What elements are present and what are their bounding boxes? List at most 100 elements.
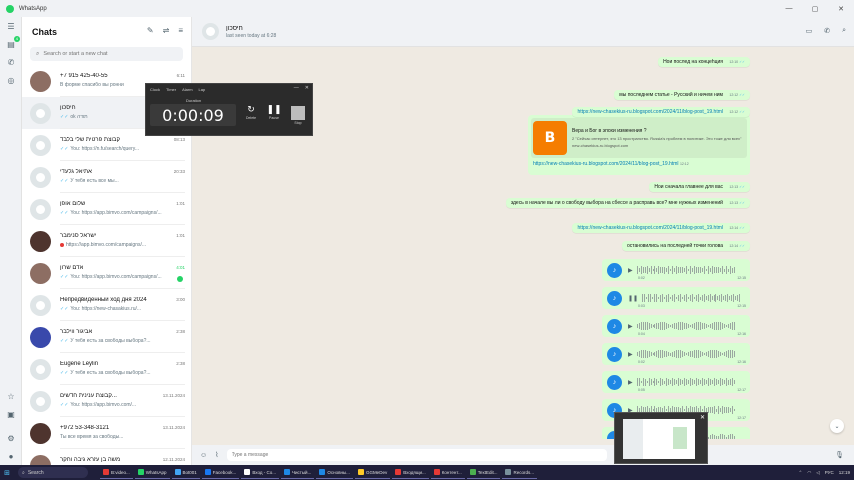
contact-avatar[interactable] — [202, 23, 219, 40]
filter-icon[interactable]: ⇌ — [163, 26, 170, 35]
taskbar-app[interactable]: Records... — [502, 466, 537, 479]
link-preview-card[interactable]: B Вера и Бог в эпохи изменения ? 2 "Сейч… — [531, 118, 747, 158]
message-link[interactable]: https://new-chasekius-ru.blogspot.com/20… — [577, 225, 723, 231]
message-input[interactable] — [226, 449, 607, 461]
link-message[interactable]: https://new-chasekius-ru.blogspot.com/20… — [572, 223, 750, 233]
waveform[interactable] — [642, 294, 741, 302]
voice-message[interactable]: ♪ ▶ 0:02 12:15 — [602, 259, 750, 281]
stop-button[interactable]: Stop — [289, 104, 307, 130]
text-message[interactable]: Нои сначала главнее для вас 12:13 ✓✓ — [649, 182, 750, 192]
thumbnail-close-icon[interactable]: ✕ — [700, 414, 705, 421]
taskbar-app[interactable]: Основны... — [316, 466, 353, 479]
chat-list-item[interactable]: אדם שרון 4:01 ✓✓ You: https://app.bimvo.… — [22, 257, 191, 289]
wifi-icon[interactable]: ◠ — [807, 470, 811, 476]
reset-icon: ↻ — [247, 104, 255, 114]
play-icon[interactable]: ▶ — [628, 267, 633, 274]
voice-message[interactable]: ♪ ▶ 0:04 12:16 — [602, 315, 750, 337]
text-message[interactable]: Нои послед на концеhция 12:10 ✓✓ — [658, 57, 750, 67]
waveform[interactable] — [636, 266, 735, 274]
starred-icon[interactable]: ☆ — [0, 387, 22, 405]
link-message[interactable]: https://new-chasekius-ru.blogspot.com/20… — [572, 107, 750, 117]
stopwatch-menu-item[interactable]: Clock — [150, 87, 160, 92]
link-preview-message[interactable]: B Вера и Бог в эпохи изменения ? 2 "Сейч… — [528, 115, 750, 175]
voice-call-icon[interactable]: ✆ — [824, 27, 830, 35]
taskbar-search[interactable]: ⌕ Search — [18, 467, 88, 478]
voice-duration: 0:02 — [638, 360, 645, 364]
taskbar-app[interactable]: GGMeDev — [354, 466, 391, 479]
emoji-icon[interactable]: ☺ — [200, 452, 207, 459]
text-message[interactable]: остановились на последней точки голова 1… — [621, 241, 750, 251]
pause-button[interactable]: ❚❚ Pause — [265, 104, 283, 130]
new-chat-icon[interactable]: ✎ — [147, 26, 154, 35]
stopwatch-minimize-icon[interactable]: — — [294, 85, 299, 91]
chat-list-item[interactable]: +972 53-348-3121 13.11.2024 Ты все время… — [22, 417, 191, 449]
text-message[interactable]: мы последнем статье - Русский и ничем ни… — [614, 90, 750, 100]
chats-icon[interactable]: ▤ 4 — [0, 35, 22, 53]
title-bar: WhatsApp — ▢ ✕ — [0, 0, 854, 17]
conversation-header[interactable]: חיסכון last seen today at 6:28 ▭ ✆ ⌕ — [192, 17, 854, 47]
taskbar-app[interactable]: TextEdit... — [466, 466, 501, 479]
windows-start-icon[interactable]: ⊞ — [0, 465, 14, 480]
search-input[interactable] — [43, 51, 174, 57]
chat-list-item[interactable]: קבוצת ענינית חדשים... 13.11.2024 ✓✓ You:… — [22, 385, 191, 417]
play-icon[interactable]: ▶ — [628, 379, 633, 386]
thumbnail-sidebar — [623, 419, 643, 459]
volume-icon[interactable]: ◁ — [816, 470, 819, 476]
taskbar-app[interactable]: Facebook... — [201, 466, 240, 479]
stopwatch-menu-item[interactable]: Alarm — [182, 87, 192, 92]
chat-list-item[interactable]: Eugene Leylin 2:38 ✓✓ У тебя есть за сво… — [22, 353, 191, 385]
profile-icon[interactable]: ● — [0, 447, 22, 465]
language-indicator[interactable]: РУС — [825, 470, 834, 475]
waveform[interactable] — [636, 350, 735, 358]
microphone-icon[interactable]: 🎙︎ — [835, 451, 844, 459]
pause-icon[interactable]: ❚❚ — [628, 295, 638, 302]
chat-list-item[interactable]: שלום אופן 1:01 ✓✓ You: https://app.bimvo… — [22, 193, 191, 225]
taskbar-app[interactable]: WhatsApp — [134, 466, 170, 479]
message-link[interactable]: https://new-chasekius-ru.blogspot.com/20… — [577, 109, 723, 115]
maximize-button[interactable]: ▢ — [802, 0, 828, 17]
app-icon — [395, 469, 402, 475]
reset-button[interactable]: ↻ Delete — [242, 104, 260, 130]
taskbar-app[interactable]: Вход - Co... — [241, 466, 279, 479]
voice-message[interactable]: ♪ ❚❚ 0:03 12:15 — [602, 287, 750, 309]
chat-name: Eugene Leylin — [60, 361, 99, 367]
text-message[interactable]: здесь в начале вы ли о свободу выбора на… — [505, 198, 750, 208]
status-icon[interactable]: ◎ — [0, 71, 22, 89]
archive-icon[interactable]: ▣ — [0, 405, 22, 423]
chat-list-item[interactable]: אתיאל גלעדי 20:33 ✓✓ У тебя есть все мы.… — [22, 161, 191, 193]
link-preview-url-text[interactable]: https://new-chasekius-ru.blogspot.com/20… — [533, 161, 679, 167]
settings-icon[interactable]: ⚙ — [0, 429, 22, 447]
search-chat-icon[interactable]: ⌕ — [842, 27, 846, 35]
link-preview-url[interactable]: https://new-chasekius-ru.blogspot.com/20… — [531, 161, 747, 167]
waveform[interactable] — [636, 322, 735, 330]
tray-chevron-icon[interactable]: ⌃ — [799, 470, 803, 476]
menu-icon[interactable]: ☰ — [0, 17, 22, 35]
chat-list-item[interactable]: אביגור ווילבר 2:38 ✓✓ У тебя есть за сво… — [22, 321, 191, 353]
stopwatch-menu-item[interactable]: Lap — [199, 87, 206, 92]
taskbar-preview-thumbnail[interactable]: ✕ — [614, 412, 708, 464]
stopwatch-close-icon[interactable]: ✕ — [305, 85, 309, 91]
more-menu-icon[interactable]: ≡ — [178, 26, 183, 35]
voice-message[interactable]: ♪ ▶ 0:05 12:17 — [602, 371, 750, 393]
taskbar-app[interactable]: B:video... — [100, 466, 133, 479]
voice-message[interactable]: ♪ ▶ 0:02 12:16 — [602, 343, 750, 365]
minimize-button[interactable]: — — [776, 0, 802, 17]
search-box[interactable]: ⌕ — [30, 47, 183, 61]
clock[interactable]: 12:19 — [839, 470, 850, 475]
taskbar-app[interactable]: Чистый... — [281, 466, 315, 479]
chat-list-item[interactable]: ישראל סנימבר 1:01 https://app.bimvo.com/… — [22, 225, 191, 257]
taskbar-app[interactable]: Bot001 — [171, 466, 200, 479]
close-button[interactable]: ✕ — [828, 0, 854, 17]
chat-list-item[interactable]: משה בן עזרא גיבה וחקר 12.11.2024 ✓✓ You:… — [22, 449, 191, 465]
stopwatch-menu-item[interactable]: Timer — [166, 87, 176, 92]
taskbar-app[interactable]: Входящи... — [392, 466, 429, 479]
attach-icon[interactable]: ⌇ — [215, 451, 218, 459]
taskbar-app[interactable]: Контент... — [430, 466, 465, 479]
play-icon[interactable]: ▶ — [628, 323, 633, 330]
chat-list-item[interactable]: Непредвиденный ход дня 2024 3:00 ✓✓ You:… — [22, 289, 191, 321]
scroll-down-button[interactable]: ⌄ — [830, 419, 844, 433]
video-call-icon[interactable]: ▭ — [806, 27, 813, 35]
play-icon[interactable]: ▶ — [628, 351, 633, 358]
calls-icon[interactable]: ✆ — [0, 53, 22, 71]
waveform[interactable] — [636, 378, 735, 386]
